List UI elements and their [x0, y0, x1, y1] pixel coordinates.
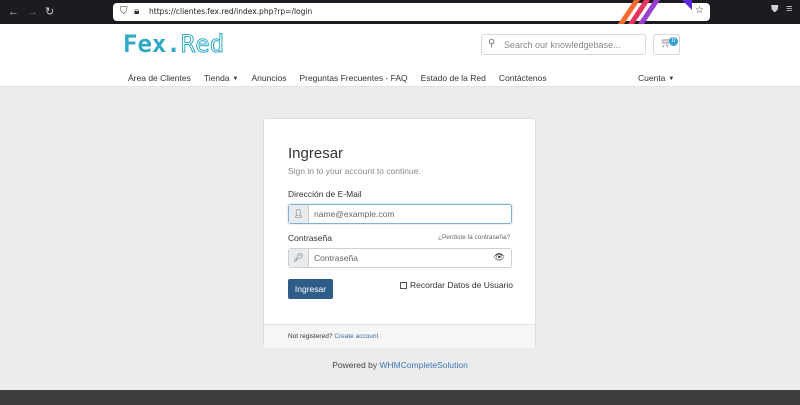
search-input[interactable] — [504, 37, 642, 52]
create-account-link[interactable]: Create account — [334, 333, 378, 340]
user-icon: 👤︎ — [289, 205, 309, 223]
register-prompt: Not registered? Create account — [288, 333, 379, 340]
page-footer-bar — [0, 390, 800, 405]
decorative-stripes-icon — [618, 0, 692, 24]
password-field-group: 🔑︎ 👁︎ — [288, 248, 512, 268]
cart-button[interactable]: 🛒︎ 0 — [653, 34, 680, 55]
login-button[interactable]: Ingresar — [288, 279, 333, 299]
lock-icon[interactable]: 🔒︎ — [134, 5, 139, 19]
page-title: Ingresar — [288, 145, 344, 162]
knowledgebase-search: ⚲ — [481, 34, 646, 55]
hamburger-menu-icon[interactable]: ≡ — [786, 3, 792, 15]
card-footer: Not registered? Create account — [264, 324, 535, 348]
pocket-icon[interactable]: ⛊ — [771, 4, 779, 15]
nav-network-status[interactable]: Estado de la Red — [421, 72, 486, 84]
browser-toolbar: ← → ↻ ⛉ 🔒︎ https://clientes.fex.red/inde… — [0, 0, 800, 24]
email-field-group: 👤︎ — [288, 204, 512, 224]
cart-count-badge: 0 — [669, 37, 678, 46]
shield-icon[interactable]: ⛉ — [120, 5, 128, 19]
main-navigation: Área de Clientes Tienda ▼ Anuncios Pregun… — [128, 72, 560, 84]
remember-me-label: Recordar Datos de Usuario — [410, 280, 513, 290]
site-header: Fex.Red ⚲ 🛒︎ 0 Área de Clientes Tienda▼ … — [0, 24, 800, 87]
account-menu[interactable]: Cuenta ▼ — [638, 72, 674, 85]
key-icon: 🔑︎ — [289, 249, 309, 267]
powered-by: Powered by WHMCompleteSolution — [332, 360, 468, 370]
caret-down-icon: ▼ — [668, 76, 675, 82]
page-subtitle: Sign in to your account to continue. — [288, 166, 421, 176]
forward-arrow-icon[interactable]: → — [27, 5, 38, 19]
email-label: Dirección de E-Mail — [288, 189, 362, 199]
nav-announcements[interactable]: Anuncios — [251, 72, 286, 84]
whmcs-link[interactable]: WHMCompleteSolution — [379, 360, 467, 370]
site-logo[interactable]: Fex.Red — [123, 30, 225, 59]
reload-icon[interactable]: ↻ — [45, 5, 54, 19]
url-text[interactable]: https://clientes.fex.red/index.php?rp=/l… — [149, 6, 312, 18]
nav-contact[interactable]: Contáctenos — [499, 72, 547, 84]
login-card: Ingresar Sign in to your account to cont… — [263, 118, 536, 348]
remember-me-checkbox[interactable] — [400, 281, 407, 289]
password-field[interactable] — [314, 251, 484, 265]
bookmark-star-icon[interactable]: ☆ — [695, 5, 704, 16]
nav-client-area[interactable]: Área de Clientes — [128, 72, 191, 84]
email-field[interactable] — [314, 207, 484, 221]
caret-down-icon: ▼ — [232, 76, 239, 82]
show-password-eye-icon[interactable]: 👁︎ — [494, 252, 505, 263]
back-arrow-icon[interactable]: ← — [8, 5, 19, 19]
nav-faq[interactable]: Preguntas Frecuentes - FAQ — [299, 72, 407, 84]
search-icon: ⚲ — [488, 38, 496, 49]
nav-store[interactable]: Tienda ▼ — [204, 72, 239, 84]
forgot-password-link[interactable]: ¿Perdiste la contraseña? — [438, 234, 510, 241]
remember-me[interactable]: Recordar Datos de Usuario — [400, 280, 513, 290]
password-label: Contraseña — [288, 233, 332, 243]
